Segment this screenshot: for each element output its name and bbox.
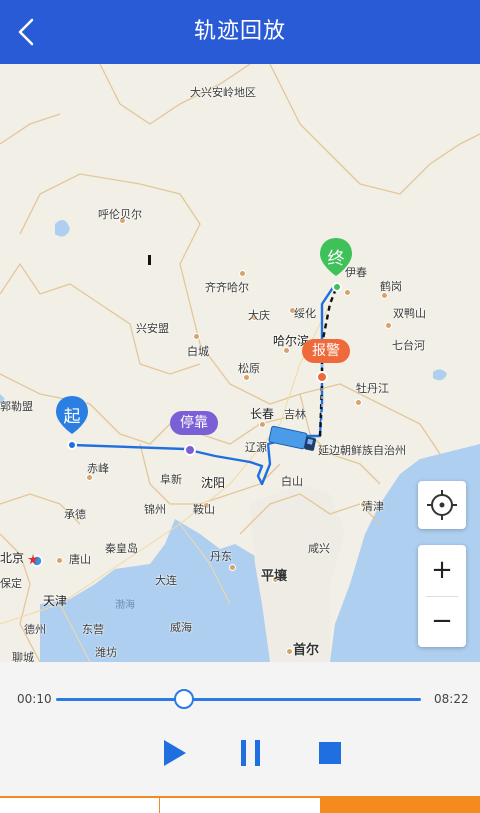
city-dot	[344, 289, 351, 296]
city-dot	[239, 270, 246, 277]
start-marker[interactable]: 起	[54, 394, 90, 440]
map-label: 赤峰	[87, 462, 109, 475]
pause-icon[interactable]	[231, 733, 271, 773]
play-icon[interactable]	[154, 733, 194, 773]
map-label: 松原	[238, 362, 260, 375]
map-label: 沈阳	[201, 476, 226, 490]
locate-button[interactable]	[418, 481, 466, 529]
map-label: 大庆	[248, 309, 270, 322]
map-label: 阜新	[160, 473, 182, 486]
end-point	[332, 282, 342, 292]
map-label: 北京	[0, 551, 25, 565]
map-label: 天津	[43, 594, 68, 608]
map-label: 咸兴	[308, 542, 330, 555]
map-label: 双鸭山	[393, 307, 426, 320]
tab-3[interactable]	[319, 796, 480, 813]
stop-icon[interactable]	[310, 733, 350, 773]
page-title: 轨迹回放	[193, 19, 286, 44]
city-dot	[385, 322, 392, 329]
city-dot	[286, 648, 293, 655]
city-dot	[229, 564, 236, 571]
map-label: 白山	[281, 475, 303, 488]
tab-1[interactable]	[0, 796, 160, 813]
map-label: 聊城	[12, 651, 34, 662]
map-label: 潍坊	[95, 646, 117, 659]
map-label: 呼伦贝尔	[98, 208, 142, 221]
total-time: 08:22	[434, 692, 469, 706]
zoom-controls: + −	[418, 545, 466, 647]
progress-thumb[interactable]	[173, 689, 194, 709]
map-label: 鹤岗	[380, 280, 402, 293]
map-label: 大兴安岭地区	[190, 86, 256, 99]
map-label: 平壤	[261, 569, 288, 584]
map-label: 绥化	[294, 307, 316, 320]
app-header: 轨迹回放	[0, 0, 480, 64]
map-label: 延边朝鲜族自治州	[318, 444, 406, 457]
city-dot	[259, 421, 266, 428]
map-label: 辽源	[245, 441, 267, 454]
map-label: 丹东	[210, 550, 232, 563]
map-label: 唐山	[69, 553, 91, 566]
map-label: 鞍山	[193, 503, 215, 516]
stop-point	[184, 444, 196, 456]
map-label: 郭勒盟	[0, 400, 33, 413]
map-label: 威海	[170, 621, 192, 634]
current-time: 00:10	[17, 692, 52, 706]
map-label: 秦皇岛	[105, 542, 138, 555]
start-marker-label: 起	[63, 407, 81, 427]
map-label: 七台河	[392, 339, 425, 352]
map-label: 大连	[155, 574, 177, 587]
stop-badge[interactable]: 停靠	[170, 411, 218, 435]
end-marker-label: 终	[327, 249, 345, 269]
map-label: 德州	[24, 623, 46, 636]
city-dot	[193, 333, 200, 340]
map-label: 锦州	[144, 503, 166, 516]
map-label: 保定	[0, 577, 22, 590]
map-label: 首尔	[293, 643, 320, 658]
map-label: 长春	[250, 407, 275, 421]
zoom-in-button[interactable]: +	[418, 545, 466, 596]
map-view[interactable]: 大兴安岭地区 呼伦贝尔 齐齐哈尔 兴安盟 大庆 绥化 伊春 鹤岗 双鸭山 哈尔滨…	[0, 64, 480, 662]
map-label: 清津	[362, 500, 384, 513]
progress-track[interactable]	[56, 698, 421, 701]
alarm-badge[interactable]: 报警	[302, 339, 350, 363]
crosshair-icon	[427, 490, 457, 520]
alarm-point	[316, 371, 328, 383]
map-label: 吉林	[284, 408, 306, 421]
city-dot	[56, 557, 63, 564]
map-label: 白城	[187, 345, 209, 358]
playback-panel: 00:10 08:22	[0, 662, 480, 796]
city-dot	[355, 399, 362, 406]
map-label: 渤海	[115, 600, 135, 611]
start-point	[67, 440, 77, 450]
map-label: 承德	[64, 508, 86, 521]
map-label: 牡丹江	[356, 382, 389, 395]
map-label: 东营	[82, 623, 104, 636]
bottom-tabs	[0, 796, 480, 813]
map-label: 齐齐哈尔	[205, 281, 249, 294]
zoom-out-button[interactable]: −	[418, 596, 466, 647]
tab-2[interactable]	[159, 796, 320, 813]
map-label: 兴安盟	[136, 322, 169, 335]
end-marker[interactable]: 终	[318, 236, 354, 282]
